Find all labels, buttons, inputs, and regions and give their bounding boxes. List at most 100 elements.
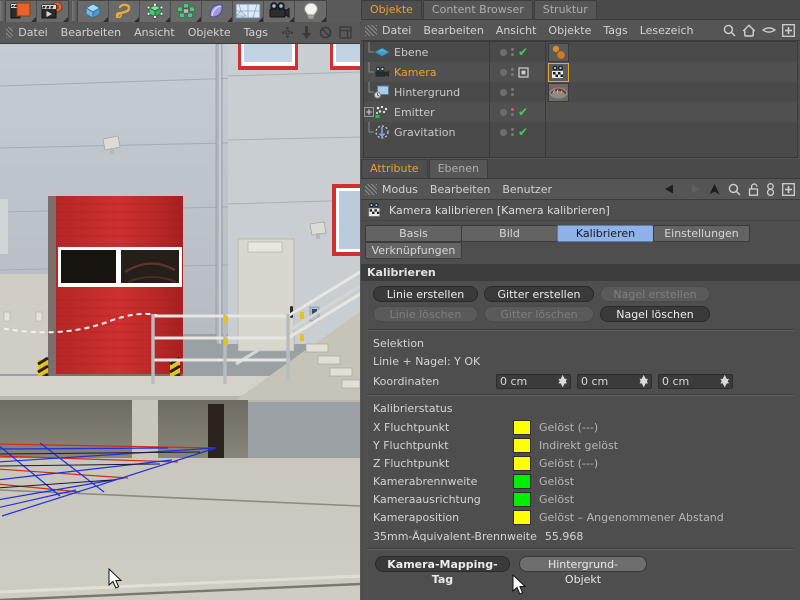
visibility-dots-icon[interactable]	[511, 128, 514, 136]
spinner-icon[interactable]: ▲▼	[640, 377, 648, 385]
bend-deformer-icon[interactable]	[202, 1, 233, 22]
search-icon[interactable]	[723, 24, 736, 37]
search-icon[interactable]	[728, 183, 741, 196]
visibility-controls[interactable]: ✔	[490, 122, 528, 142]
delete-pin-button[interactable]: Nagel löschen	[600, 306, 710, 322]
delete-line-button[interactable]: Linie löschen	[373, 306, 478, 322]
visibility-controls[interactable]: ✔	[490, 42, 528, 62]
object-row-kamera[interactable]: Kamera	[364, 62, 489, 82]
forward-arrow-icon[interactable]	[686, 183, 701, 195]
tags-row[interactable]	[546, 42, 797, 62]
visibility-row[interactable]: ✔	[490, 42, 545, 62]
property-tab-basis[interactable]: Basis	[365, 225, 462, 242]
object-row-emitter[interactable]: Emitter	[364, 102, 489, 122]
visibility-row[interactable]: ✔	[490, 102, 545, 122]
unlock-icon[interactable]	[748, 183, 759, 196]
expander-plus-icon[interactable]	[364, 102, 374, 122]
tab-attribute[interactable]: Attribute	[361, 159, 428, 178]
tags-row[interactable]	[546, 122, 797, 142]
spinner-icon[interactable]: ▲▼	[559, 377, 567, 385]
tab-objekte[interactable]: Objekte	[361, 0, 422, 19]
viewport-menu-datei[interactable]: Datei	[18, 26, 47, 39]
coordinate-y-input[interactable]: 0 cm ▲▼	[577, 374, 652, 389]
spinner-icon[interactable]: ▲▼	[721, 377, 729, 385]
background-object-button[interactable]: Hintergrund-Objekt	[519, 556, 647, 572]
nurbs-generator-icon[interactable]	[140, 1, 171, 22]
window-icon[interactable]	[339, 26, 352, 39]
pin-icon[interactable]	[766, 183, 775, 196]
viewport-menu-grip[interactable]	[6, 27, 13, 38]
visibility-row[interactable]	[490, 62, 545, 82]
property-tab-bild[interactable]: Bild	[461, 225, 558, 242]
tag-list[interactable]	[546, 62, 569, 82]
plus-box-icon[interactable]	[782, 183, 795, 196]
texture-tag-icon[interactable]	[548, 83, 569, 102]
enable-dot-icon[interactable]	[500, 109, 507, 116]
plus-box-icon[interactable]	[782, 24, 795, 37]
delete-grid-button[interactable]: Gitter löschen	[484, 306, 594, 322]
attribute-manager-grip[interactable]	[365, 184, 377, 195]
visibility-controls[interactable]	[490, 82, 514, 102]
property-tab-kalibrieren[interactable]: Kalibrieren	[557, 225, 654, 242]
material-tag-icon[interactable]	[548, 43, 569, 62]
property-tab-einstellungen[interactable]: Einstellungen	[653, 225, 750, 242]
landscape-scene-icon[interactable]	[233, 1, 264, 22]
light-bulb-icon[interactable]	[295, 1, 326, 22]
visibility-dots-icon[interactable]	[511, 48, 514, 56]
rotate-icon[interactable]	[319, 26, 332, 39]
viewport-3d[interactable]	[0, 44, 360, 600]
am-menu-modus[interactable]: Modus	[382, 183, 418, 196]
am-menu-bearbeiten[interactable]: Bearbeiten	[430, 183, 490, 196]
viewport-menu-objekte[interactable]: Objekte	[188, 26, 231, 39]
enable-dot-icon[interactable]	[500, 49, 507, 56]
enable-dot-icon[interactable]	[500, 69, 507, 76]
om-menu-ansicht[interactable]: Ansicht	[496, 24, 537, 37]
camera-mapping-tag-button[interactable]: Kamera-Mapping-Tag	[375, 556, 510, 572]
tags-row[interactable]	[546, 62, 797, 82]
visibility-row[interactable]: ✔	[490, 122, 545, 142]
tag-list[interactable]	[546, 82, 569, 102]
om-menu-datei[interactable]: Datei	[382, 24, 411, 37]
tags-row[interactable]	[546, 82, 797, 102]
cube-primitive-icon[interactable]	[78, 1, 109, 22]
enable-dot-icon[interactable]	[500, 89, 507, 96]
create-pin-button[interactable]: Nagel erstellen	[600, 286, 710, 302]
visibility-row[interactable]	[490, 82, 545, 102]
camera-active-icon[interactable]	[518, 67, 529, 78]
camera-icon[interactable]	[264, 1, 295, 22]
object-manager-body[interactable]: Ebene Kamera	[363, 41, 798, 158]
object-manager-grip[interactable]	[365, 25, 377, 36]
home-icon[interactable]	[742, 24, 756, 37]
am-menu-benutzer[interactable]: Benutzer	[502, 183, 552, 196]
camera-calibrator-tag-icon[interactable]	[548, 63, 569, 82]
tab-content-browser[interactable]: Content Browser	[423, 0, 533, 19]
tab-ebenen[interactable]: Ebenen	[429, 159, 488, 178]
object-row-gravitation[interactable]: Gravitation	[364, 122, 489, 142]
tags-row[interactable]	[546, 102, 797, 122]
tag-list[interactable]	[546, 42, 569, 62]
om-menu-bearbeiten[interactable]: Bearbeiten	[423, 24, 483, 37]
visibility-dots-icon[interactable]	[511, 68, 514, 76]
visibility-controls[interactable]: ✔	[490, 102, 528, 122]
back-arrow-icon[interactable]	[664, 183, 679, 195]
create-grid-button[interactable]: Gitter erstellen	[484, 286, 594, 302]
object-row-hintergrund[interactable]: Hintergrund	[364, 82, 489, 102]
tab-struktur[interactable]: Struktur	[534, 0, 597, 19]
create-line-button[interactable]: Linie erstellen	[373, 286, 478, 302]
render-view-icon[interactable]	[6, 1, 37, 22]
up-arrow-icon[interactable]	[708, 183, 721, 196]
om-menu-lesezeichen[interactable]: Lesezeich	[640, 24, 694, 37]
visibility-dots-icon[interactable]	[511, 108, 514, 116]
spline-icon[interactable]	[109, 1, 140, 22]
coordinate-x-input[interactable]: 0 cm ▲▼	[496, 374, 571, 389]
property-tab-verknuepfungen[interactable]: Verknüpfungen	[365, 242, 462, 259]
viewport-menu-ansicht[interactable]: Ansicht	[134, 26, 175, 39]
down-arrow-icon[interactable]	[301, 26, 312, 39]
visibility-controls[interactable]	[490, 62, 529, 82]
om-menu-tags[interactable]: Tags	[603, 24, 627, 37]
coordinate-z-input[interactable]: 0 cm ▲▼	[658, 374, 733, 389]
object-row-ebene[interactable]: Ebene	[364, 42, 489, 62]
viewport-menu-bearbeiten[interactable]: Bearbeiten	[61, 26, 121, 39]
viewport-menu-tags[interactable]: Tags	[244, 26, 268, 39]
move-axis-icon[interactable]	[281, 26, 294, 39]
